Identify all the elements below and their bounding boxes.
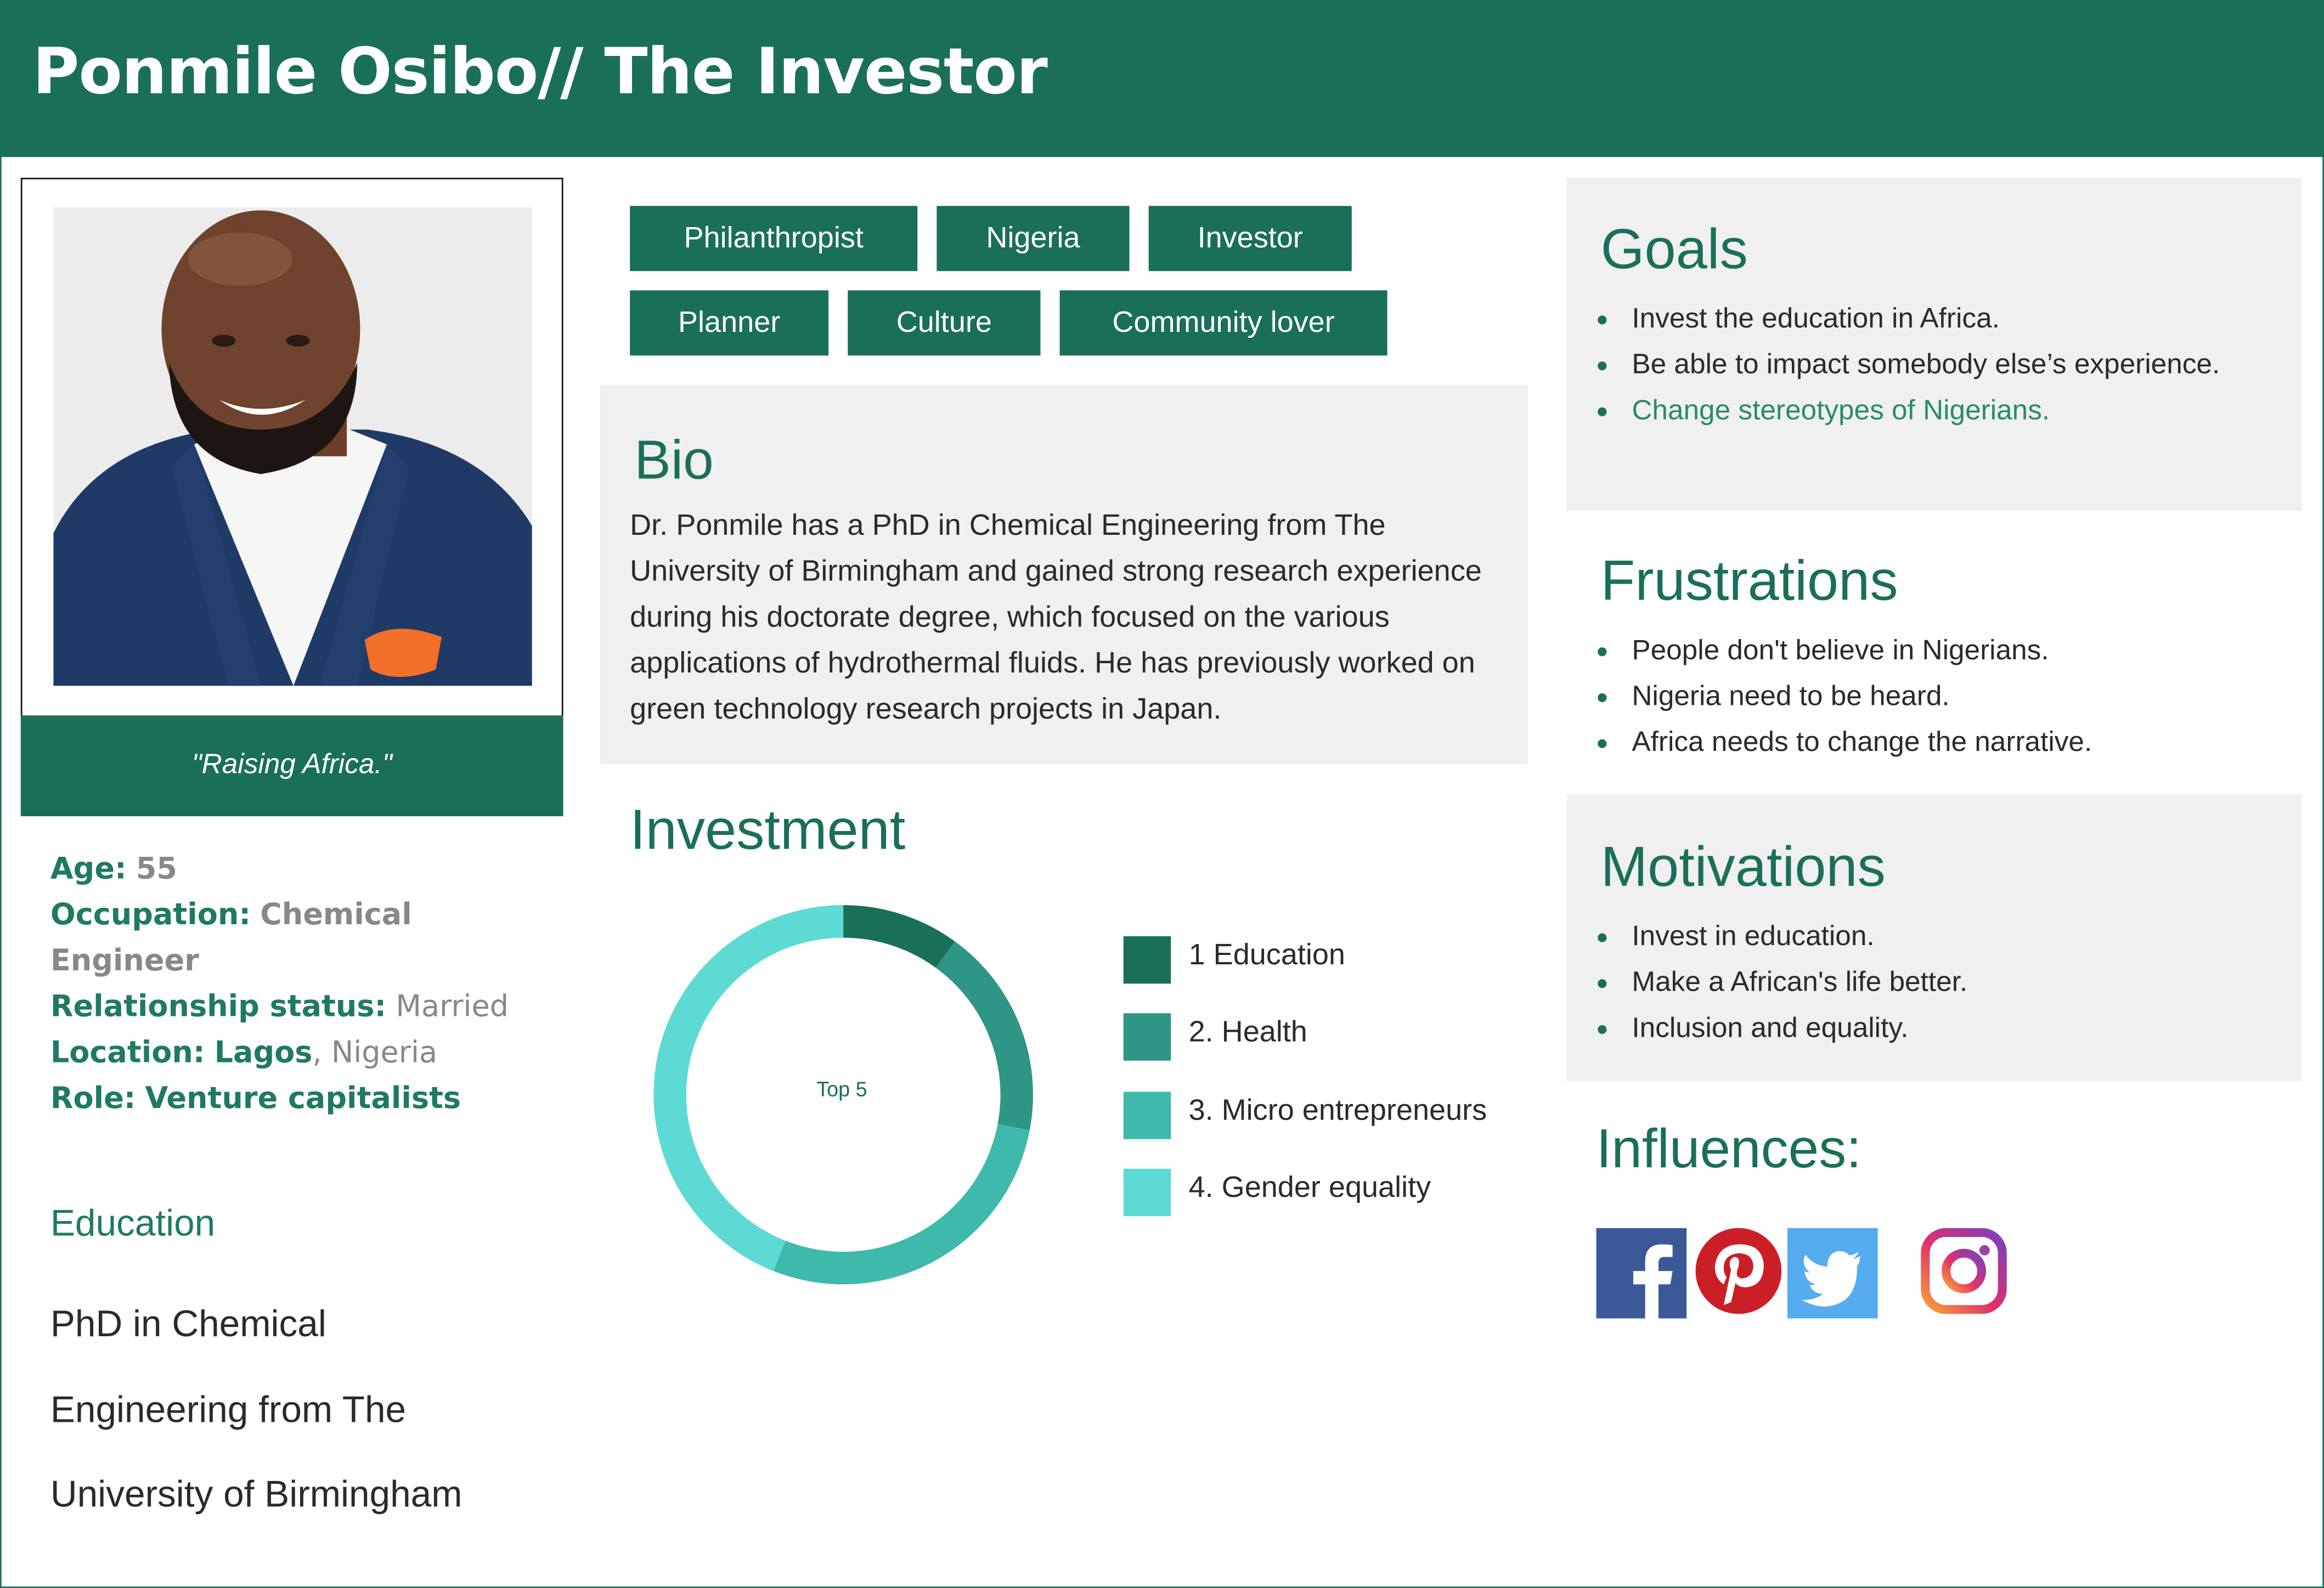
page-border: [0, 0, 2324, 1588]
persona-page: Ponmile Osibo// The Investor "Raising Af…: [0, 0, 2324, 1588]
